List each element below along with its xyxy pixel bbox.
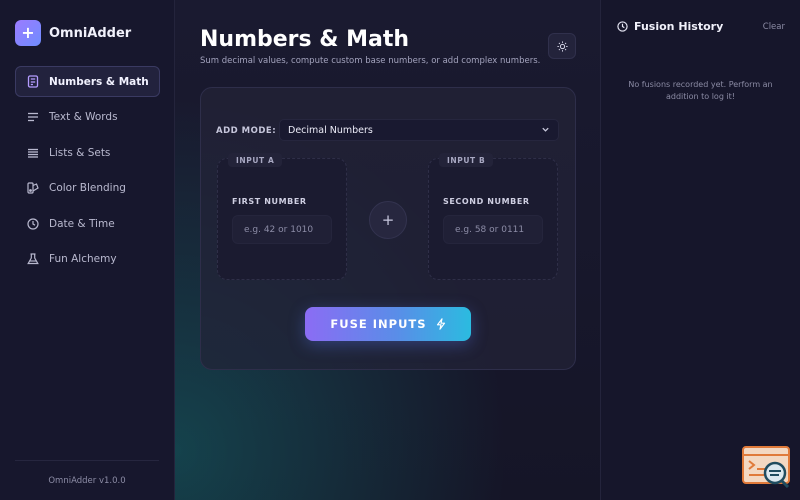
version-label: OmniAdder v1.0.0	[15, 460, 159, 500]
second-number-label: SECOND NUMBER	[443, 197, 530, 206]
input-a-panel: INPUT A FIRST NUMBER	[217, 153, 347, 280]
lightning-icon	[436, 318, 446, 330]
plus-icon: +	[369, 201, 407, 239]
app-root: + OmniAdder Numbers & Math Text & Words	[0, 0, 800, 500]
theme-toggle-button[interactable]	[548, 33, 576, 59]
history-clock-icon	[617, 21, 628, 32]
list-icon	[25, 145, 41, 161]
main-panel: Numbers & Math Sum decimal values, compu…	[175, 0, 600, 500]
text-lines-icon	[25, 109, 41, 125]
sidebar-nav: Numbers & Math Text & Words Lists & Sets…	[15, 66, 160, 280]
adder-card: ADD MODE: Decimal Numbers INPUT A FIRST …	[200, 87, 576, 370]
sun-icon	[556, 40, 568, 52]
sidebar-item-lists-sets[interactable]: Lists & Sets	[15, 137, 160, 168]
add-mode-label: ADD MODE:	[216, 126, 277, 136]
sidebar-item-label: Color Blending	[49, 182, 126, 195]
fuse-inputs-label: FUSE INPUTS	[330, 317, 427, 331]
sidebar-item-label: Text & Words	[49, 111, 118, 124]
palette-icon	[25, 180, 41, 196]
chevron-down-icon	[541, 125, 550, 137]
brand[interactable]: + OmniAdder	[0, 0, 174, 46]
history-title: Fusion History	[634, 20, 724, 33]
add-mode-value: Decimal Numbers	[288, 124, 373, 136]
history-panel: Fusion History Clear No fusions recorded…	[600, 0, 800, 500]
flask-icon	[25, 251, 41, 267]
sidebar: + OmniAdder Numbers & Math Text & Words	[0, 0, 175, 500]
sidebar-item-label: Numbers & Math	[49, 75, 149, 88]
input-b-tag: INPUT B	[439, 153, 494, 167]
add-mode-select[interactable]: Decimal Numbers	[279, 119, 559, 141]
clock-icon	[25, 216, 41, 232]
calculator-icon	[25, 74, 41, 90]
terminal-search-widget-icon[interactable]	[742, 446, 790, 489]
sidebar-item-numbers-math[interactable]: Numbers & Math	[15, 66, 160, 97]
sidebar-item-color-blending[interactable]: Color Blending	[15, 173, 160, 204]
first-number-label: FIRST NUMBER	[232, 197, 307, 206]
history-header: Fusion History	[617, 20, 723, 33]
brand-name: OmniAdder	[49, 25, 132, 41]
fuse-inputs-button[interactable]: FUSE INPUTS	[305, 307, 471, 341]
second-number-input[interactable]	[443, 215, 543, 244]
page-title: Numbers & Math	[200, 27, 410, 52]
page-subtitle: Sum decimal values, compute custom base …	[200, 56, 541, 66]
sidebar-item-text-words[interactable]: Text & Words	[15, 102, 160, 133]
brand-logo-icon: +	[15, 20, 41, 46]
sidebar-item-date-time[interactable]: Date & Time	[15, 208, 160, 239]
input-a-tag: INPUT A	[228, 153, 283, 167]
clear-history-button[interactable]: Clear	[763, 22, 785, 32]
input-b-panel: INPUT B SECOND NUMBER	[428, 153, 558, 280]
sidebar-item-fun-alchemy[interactable]: Fun Alchemy	[15, 244, 160, 275]
history-empty-message: No fusions recorded yet. Perform an addi…	[628, 80, 773, 101]
sidebar-item-label: Lists & Sets	[49, 146, 111, 159]
sidebar-item-label: Fun Alchemy	[49, 253, 117, 266]
sidebar-item-label: Date & Time	[49, 217, 115, 230]
first-number-input[interactable]	[232, 215, 332, 244]
